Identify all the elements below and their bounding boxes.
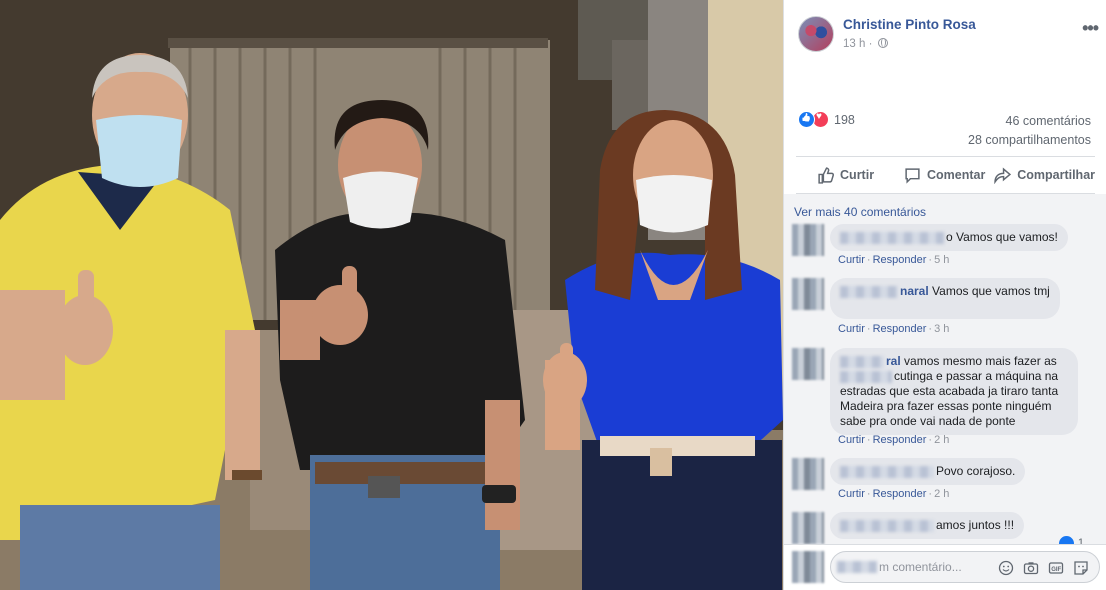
engagement-counts: 46 comentários 28 compartilhamentos <box>968 112 1091 150</box>
author-avatar[interactable] <box>798 16 834 52</box>
comment-reply-link[interactable]: Responder <box>873 254 927 266</box>
current-user-avatar <box>792 551 824 583</box>
comments-list: Ver mais 40 comentários o Vamos que vamo… <box>784 194 1106 551</box>
like-label: Curtir <box>840 168 875 182</box>
commenter-avatar[interactable] <box>792 512 824 544</box>
more-options-icon[interactable]: ••• <box>1082 18 1099 39</box>
comment-time[interactable]: 2 h <box>934 434 949 446</box>
comment-bubble: o Vamos que vamos! <box>830 224 1068 251</box>
commenter-name-tail[interactable]: naral <box>900 284 929 298</box>
composer-icons: GIF <box>998 560 1089 576</box>
comment-text: vamos mesmo mais fazer as <box>904 354 1057 368</box>
comment-text: Povo corajoso. <box>936 464 1016 478</box>
comment-input-placeholder: m comentário... <box>879 560 962 574</box>
post-actions-bar: Curtir Comentar Compartilhar <box>796 156 1095 194</box>
comments-count[interactable]: 46 comentários <box>968 112 1091 131</box>
commenter-name[interactable] <box>840 231 944 244</box>
comment-bubble: amos juntos !!! <box>830 512 1025 539</box>
comment-text-line: sabe pra onde vai nada de ponte <box>840 414 1016 428</box>
comment-reply-link[interactable]: Responder <box>873 488 927 500</box>
comment-like-link[interactable]: Curtir <box>838 323 865 335</box>
post-photo[interactable] <box>0 0 783 590</box>
comment-bubble: naral Vamos que vamos tmj <box>830 278 1060 319</box>
comment-button[interactable]: Comentar <box>895 157 994 193</box>
comment-text-line: estradas que esta acabada ja tiraro tant… <box>840 384 1059 398</box>
comment-actions: Curtir · Responder · 5 h <box>838 254 950 266</box>
commenter-avatar[interactable] <box>792 458 824 490</box>
photo-illustration <box>0 0 783 590</box>
camera-icon[interactable] <box>1023 560 1039 576</box>
comment-like-link[interactable]: Curtir <box>838 254 865 266</box>
reaction-count: 198 <box>834 113 855 127</box>
commenter-name[interactable] <box>840 519 934 532</box>
post-meta: 13 h · <box>843 38 888 50</box>
comment-actions: Curtir · Responder · 2 h <box>838 434 950 446</box>
commenter-name-tail[interactable]: ral <box>886 354 901 368</box>
comment-bubble: Povo corajoso. <box>830 458 1026 485</box>
comment-text: amos juntos !!! <box>936 518 1015 532</box>
comment-text-line: cutinga e passar a máquina na <box>894 369 1059 383</box>
blurred-text <box>837 561 877 573</box>
commenter-name[interactable] <box>840 285 898 298</box>
commenter-avatar[interactable] <box>792 224 824 256</box>
emoji-icon[interactable] <box>998 560 1014 576</box>
comment-composer: m comentário... GIF <box>784 544 1106 590</box>
comment-text-line: Madeira pra fazer essas ponte ninguém <box>840 399 1052 413</box>
like-button[interactable]: Curtir <box>796 157 895 193</box>
comment-bubble: ral vamos mesmo mais fazer as cutinga e … <box>830 348 1078 435</box>
post-time[interactable]: 13 h · <box>843 38 872 50</box>
commenter-name[interactable] <box>840 355 884 368</box>
comment-actions: Curtir · Responder · 2 h <box>838 488 950 500</box>
share-icon <box>994 167 1012 184</box>
commenter-avatar[interactable] <box>792 278 824 310</box>
comment-time[interactable]: 3 h <box>934 323 949 335</box>
comment-time[interactable]: 2 h <box>934 488 949 500</box>
comment-text: o Vamos que vamos! <box>946 230 1058 244</box>
comment-text: Vamos que vamos tmj <box>932 284 1050 298</box>
author-name[interactable]: Christine Pinto Rosa <box>843 17 976 32</box>
comment-time[interactable]: 5 h <box>934 254 949 266</box>
like-reaction-icon <box>798 111 815 128</box>
commenter-name[interactable] <box>840 465 934 478</box>
comment-input[interactable]: m comentário... GIF <box>830 551 1100 583</box>
comment-reply-link[interactable]: Responder <box>873 323 927 335</box>
comment-like-link[interactable]: Curtir <box>838 488 865 500</box>
globe-icon <box>877 38 888 48</box>
sticker-icon[interactable] <box>1073 560 1089 576</box>
thumbs-up-icon <box>818 166 835 184</box>
commenter-avatar[interactable] <box>792 348 824 380</box>
svg-text:GIF: GIF <box>1051 567 1061 573</box>
post-side-panel: Christine Pinto Rosa 13 h · ••• 198 46 c… <box>783 0 1106 590</box>
comment-like-link[interactable]: Curtir <box>838 434 865 446</box>
comment-actions: Curtir · Responder · 3 h <box>838 323 950 335</box>
gif-icon[interactable]: GIF <box>1048 560 1064 576</box>
blurred-text <box>840 370 892 383</box>
view-more-comments-link[interactable]: Ver mais 40 comentários <box>794 205 926 219</box>
comment-icon <box>905 167 920 184</box>
share-button[interactable]: Compartilhar <box>994 157 1095 193</box>
comment-label: Comentar <box>926 168 986 182</box>
comment-reply-link[interactable]: Responder <box>873 434 927 446</box>
post-header: Christine Pinto Rosa 13 h · ••• <box>798 16 1099 56</box>
share-label: Compartilhar <box>1017 168 1096 182</box>
shares-count[interactable]: 28 compartilhamentos <box>968 131 1091 150</box>
